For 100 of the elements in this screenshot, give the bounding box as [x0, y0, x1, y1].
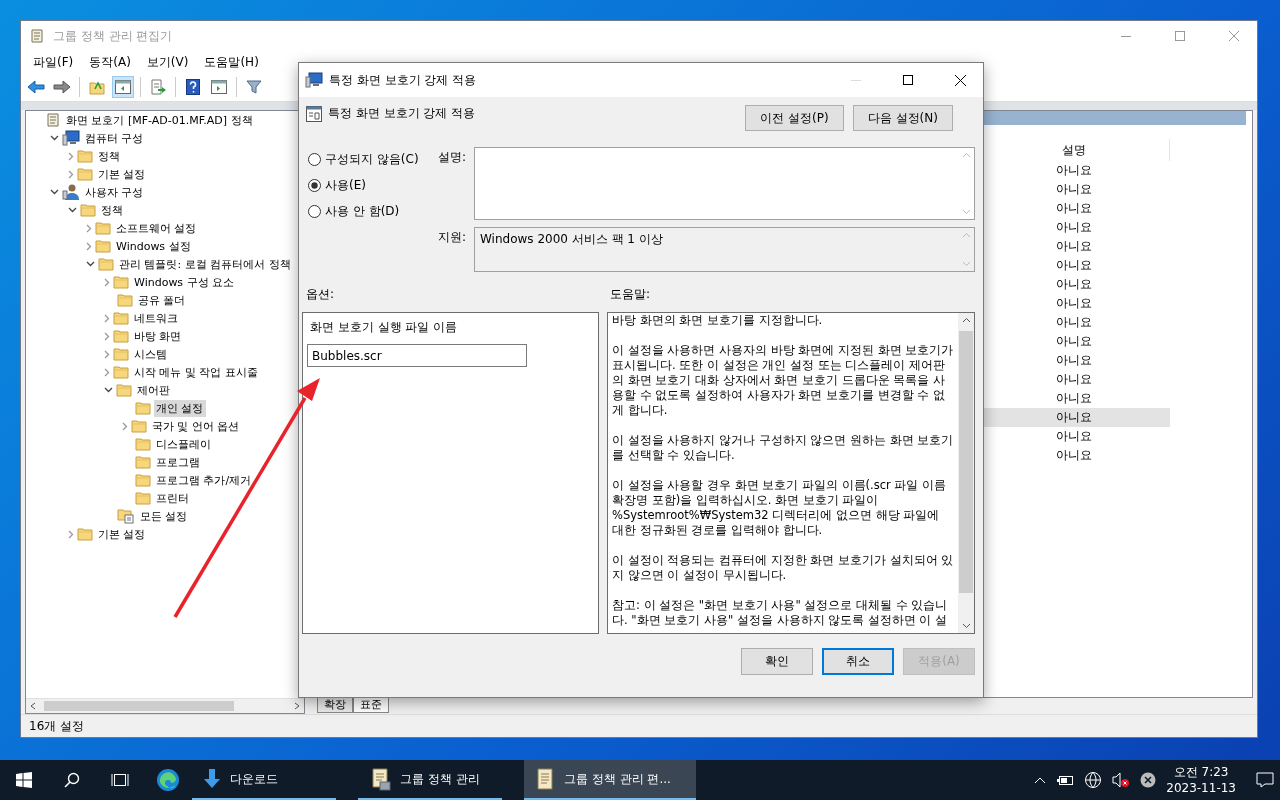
tree-item[interactable]: 컴퓨터 구성: [83, 129, 146, 147]
window-title: 그룹 정책 관리 편집기: [53, 27, 173, 45]
tree-item[interactable]: 화면 보호기 [MF-AD-01.MF.AD] 정책: [64, 111, 255, 129]
maximize-icon[interactable]: [903, 75, 913, 85]
tree-item[interactable]: 사용자 구성: [83, 183, 146, 201]
settings-folder-icon: [117, 508, 135, 524]
tree-item[interactable]: 바탕 화면: [132, 327, 184, 345]
tree-item[interactable]: 기본 설정: [96, 525, 148, 543]
tree-item[interactable]: Windows 설정: [114, 237, 193, 255]
collapse-chevron-icon[interactable]: [104, 387, 113, 393]
field-label: 설명:: [438, 149, 468, 166]
menu-item[interactable]: 도움말(H): [196, 53, 267, 71]
scroll-left-icon[interactable]: [30, 702, 36, 710]
nav-button[interactable]: 이전 설정(P): [745, 105, 844, 131]
tree-toggle-button[interactable]: [112, 76, 134, 98]
section-label: 도움말:: [610, 286, 651, 303]
radio-button[interactable]: [308, 179, 321, 192]
expand-chevron-icon[interactable]: [104, 277, 110, 287]
muted-speaker-icon[interactable]: [1112, 772, 1131, 788]
tree-item[interactable]: 디스플레이: [154, 435, 213, 453]
tree-item[interactable]: 프로그램 추가/제거: [154, 471, 254, 489]
start-icon[interactable]: [16, 772, 32, 788]
tree-item[interactable]: 제어판: [135, 381, 172, 399]
expand-chevron-icon[interactable]: [68, 151, 74, 161]
document-icon: [45, 112, 61, 128]
input-field[interactable]: Bubbles.scr: [307, 344, 527, 367]
radio-label[interactable]: 구성되지 않음(C): [325, 151, 419, 168]
tree-item[interactable]: 정책: [99, 201, 125, 219]
folder-icon: [98, 257, 114, 271]
scroll-document-icon: [534, 767, 556, 791]
menu-item[interactable]: 보기(V): [138, 53, 197, 71]
folder-icon: [77, 527, 93, 541]
chevron-up-icon[interactable]: [1034, 776, 1047, 784]
radio-label[interactable]: 사용 안 함(D): [325, 203, 400, 220]
tree-item[interactable]: 관리 템플릿: 로컬 컴퓨터에서 정책: [117, 255, 293, 273]
radio-button[interactable]: [308, 153, 321, 166]
expand-chevron-icon[interactable]: [86, 223, 92, 233]
tree-item[interactable]: 국가 및 언어 옵션: [150, 417, 242, 435]
field-label: 화면 보호기 실행 파일 이름: [310, 319, 459, 336]
folder-icon: [95, 221, 111, 235]
horizontal-scrollbar[interactable]: [26, 698, 304, 713]
close-icon[interactable]: [954, 74, 966, 86]
view-tab[interactable]: 표준: [353, 698, 389, 713]
tree-item[interactable]: 프로그램: [154, 453, 202, 471]
collapse-chevron-icon[interactable]: [50, 189, 59, 195]
scroll-right-icon[interactable]: [294, 702, 300, 710]
radio-button[interactable]: [308, 205, 321, 218]
radio-label[interactable]: 사용(E): [325, 177, 366, 194]
tree-item[interactable]: 기본 설정: [96, 165, 148, 183]
tree-item[interactable]: 시스템: [132, 345, 169, 363]
nav-button[interactable]: 다음 설정(N): [852, 105, 953, 131]
menu-item[interactable]: 동작(A): [81, 53, 139, 71]
tree-item[interactable]: 정책: [96, 147, 122, 165]
battery-icon[interactable]: [1056, 774, 1075, 786]
expand-chevron-icon[interactable]: [122, 421, 128, 431]
status-text: 16개 설정: [29, 717, 85, 735]
document-icon: [29, 28, 45, 44]
minimize-icon[interactable]: [1121, 35, 1131, 37]
expand-chevron-icon[interactable]: [104, 331, 110, 341]
help-paragraph: 이 설정을 사용하지 않거나 구성하지 않으면 원하는 화면 보호기를 선택할 수 있습니다.: [612, 433, 954, 463]
menu-item[interactable]: 파일(F): [25, 53, 82, 71]
browser-icon[interactable]: [156, 768, 180, 792]
taskbar-item[interactable]: 다운로드: [192, 760, 336, 800]
dialog-button[interactable]: 취소: [822, 648, 894, 675]
tree-item[interactable]: Windows 구성 요소: [132, 273, 237, 291]
network-icon[interactable]: [1084, 771, 1103, 789]
view-tab[interactable]: 확장: [317, 698, 353, 713]
task-view-icon[interactable]: [111, 772, 129, 788]
section-label: 옵션:: [306, 286, 336, 303]
folder-icon: [135, 401, 151, 415]
expand-chevron-icon[interactable]: [104, 367, 110, 377]
taskbar-item[interactable]: 그룹 정책 관리: [358, 760, 502, 800]
expand-chevron-icon[interactable]: [104, 349, 110, 359]
dialog-button[interactable]: 확인: [741, 648, 813, 675]
folder-icon: [113, 365, 129, 379]
folder-icon: [135, 473, 151, 487]
tree-item[interactable]: 프린터: [154, 489, 191, 507]
folder-icon: [77, 149, 93, 163]
search-icon[interactable]: [64, 772, 80, 788]
tree-item[interactable]: 네트워크: [132, 309, 180, 327]
expand-chevron-icon[interactable]: [86, 241, 92, 251]
tree-item[interactable]: 개인 설정: [154, 399, 206, 417]
collapse-chevron-icon[interactable]: [50, 135, 59, 141]
tree-item[interactable]: 공유 폴더: [136, 291, 188, 309]
tree-item[interactable]: 시작 메뉴 및 작업 표시줄: [132, 363, 260, 381]
expand-chevron-icon[interactable]: [68, 169, 74, 179]
clock[interactable]: 오전 7:23 2023-11-13: [1166, 764, 1236, 796]
collapse-chevron-icon[interactable]: [86, 261, 95, 267]
collapse-chevron-icon[interactable]: [68, 207, 77, 213]
computer-icon: [62, 130, 80, 146]
folder-icon: [113, 329, 129, 343]
error-icon[interactable]: [1140, 772, 1157, 788]
notification-icon[interactable]: [1256, 772, 1274, 788]
expand-chevron-icon[interactable]: [104, 313, 110, 323]
tree-item[interactable]: 모든 설정: [138, 507, 190, 525]
expand-chevron-icon[interactable]: [68, 529, 74, 539]
computer-icon: [305, 72, 323, 88]
tree-item[interactable]: 소프트웨어 설정: [114, 219, 199, 237]
vertical-scrollbar[interactable]: [958, 313, 974, 633]
taskbar-item[interactable]: 그룹 정책 관리 편...: [524, 760, 696, 800]
